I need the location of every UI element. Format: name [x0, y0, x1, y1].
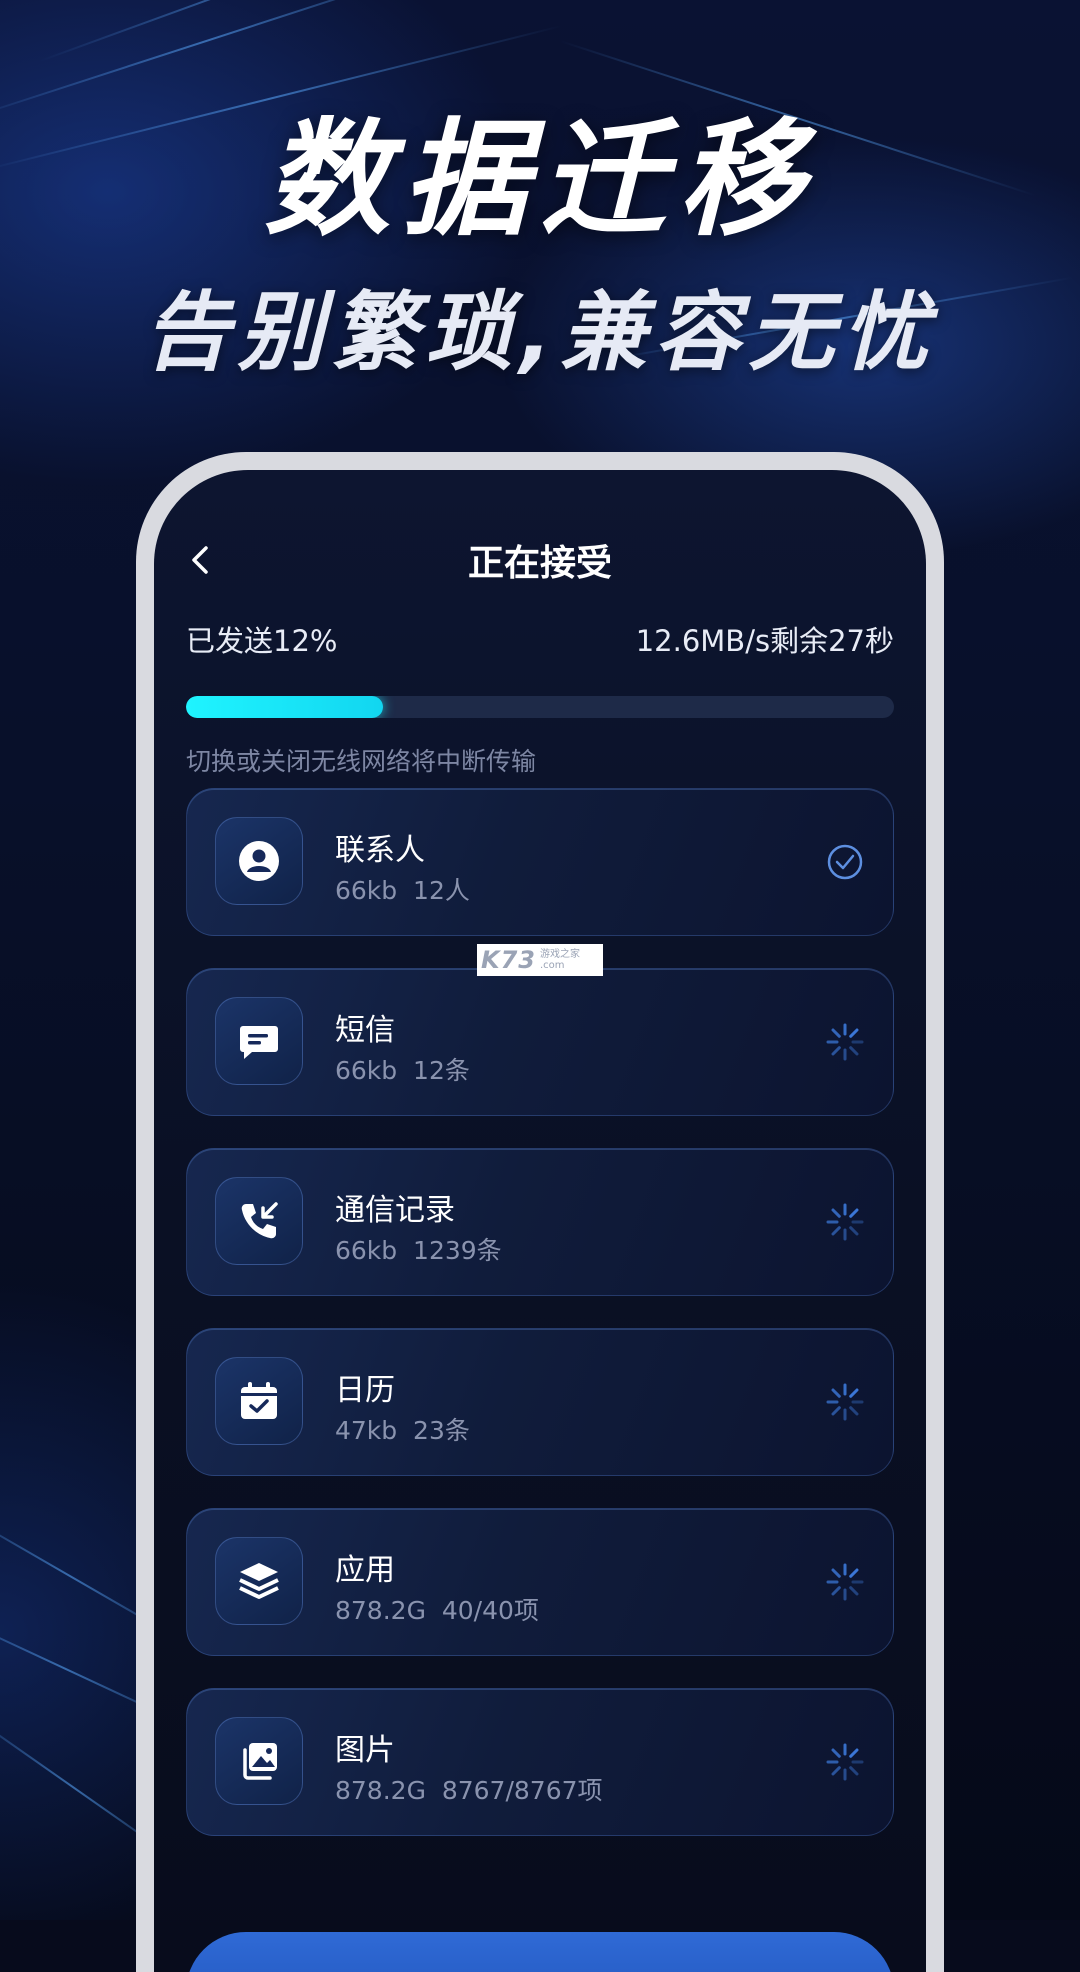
message-icon: [215, 997, 303, 1085]
watermark-tagline: 游戏之家: [540, 949, 580, 960]
transfer-item[interactable]: 图片 878.2G 8767/8767项: [186, 1688, 894, 1836]
watermark-domain: .com: [540, 960, 565, 971]
transfer-item[interactable]: 应用 878.2G 40/40项: [186, 1508, 894, 1656]
hero-title: 数据迁移: [264, 106, 816, 253]
loading-spinner-icon: [825, 1022, 865, 1062]
hero-subtitle: 告别繁琐,兼容无忧: [143, 283, 937, 383]
images-icon: [215, 1717, 303, 1805]
page-title: 正在接受: [467, 543, 612, 584]
network-warning: 切换或关闭无线网络将中断传输: [186, 747, 537, 776]
transfer-item[interactable]: 联系人 66kb 12人: [186, 788, 894, 936]
item-meta: 66kb 1239条: [335, 1236, 502, 1265]
loading-spinner-icon: [825, 1202, 865, 1242]
calendar-icon: [215, 1357, 303, 1445]
item-name: 联系人: [335, 833, 425, 868]
item-name: 应用: [335, 1553, 395, 1588]
phone-call-icon: [215, 1177, 303, 1265]
item-meta: 66kb 12人: [335, 876, 470, 905]
progress-fill: [186, 696, 384, 718]
layers-icon: [215, 1537, 303, 1625]
transfer-item[interactable]: 通信记录 66kb 1239条: [186, 1148, 894, 1296]
transfer-item[interactable]: 日历 47kb 23条: [186, 1328, 894, 1476]
item-meta: 878.2G 40/40项: [335, 1596, 539, 1625]
item-meta: 47kb 23条: [335, 1416, 470, 1445]
progress-bar: [186, 696, 894, 718]
transfer-item[interactable]: 短信 66kb 12条: [186, 968, 894, 1116]
item-name: 日历: [335, 1373, 395, 1408]
watermark-logo: K73: [481, 946, 536, 974]
item-name: 通信记录: [335, 1193, 455, 1228]
phone-screen: 正在接受 已发送12% 12.6MB/s剩余27秒 切换或关闭无线网络将中断传输…: [154, 470, 926, 1972]
item-meta: 878.2G 8767/8767项: [335, 1776, 603, 1805]
sent-percent-label: 已发送12%: [186, 624, 338, 658]
loading-spinner-icon: [825, 1562, 865, 1602]
bottom-action-button[interactable]: [186, 1932, 894, 1972]
phone-frame: 正在接受 已发送12% 12.6MB/s剩余27秒 切换或关闭无线网络将中断传输…: [136, 452, 944, 1972]
speed-remaining-label: 12.6MB/s剩余27秒: [635, 624, 894, 658]
loading-spinner-icon: [825, 1382, 865, 1422]
item-name: 图片: [335, 1733, 395, 1768]
loading-spinner-icon: [825, 1742, 865, 1782]
item-name: 短信: [335, 1013, 395, 1048]
transfer-status: 已发送12% 12.6MB/s剩余27秒: [186, 618, 894, 658]
site-watermark: K73 游戏之家 .com: [477, 944, 603, 976]
check-circle-icon: [825, 842, 865, 882]
contact-icon: [215, 817, 303, 905]
item-meta: 66kb 12条: [335, 1056, 470, 1085]
nav-bar: 正在接受: [154, 530, 926, 590]
